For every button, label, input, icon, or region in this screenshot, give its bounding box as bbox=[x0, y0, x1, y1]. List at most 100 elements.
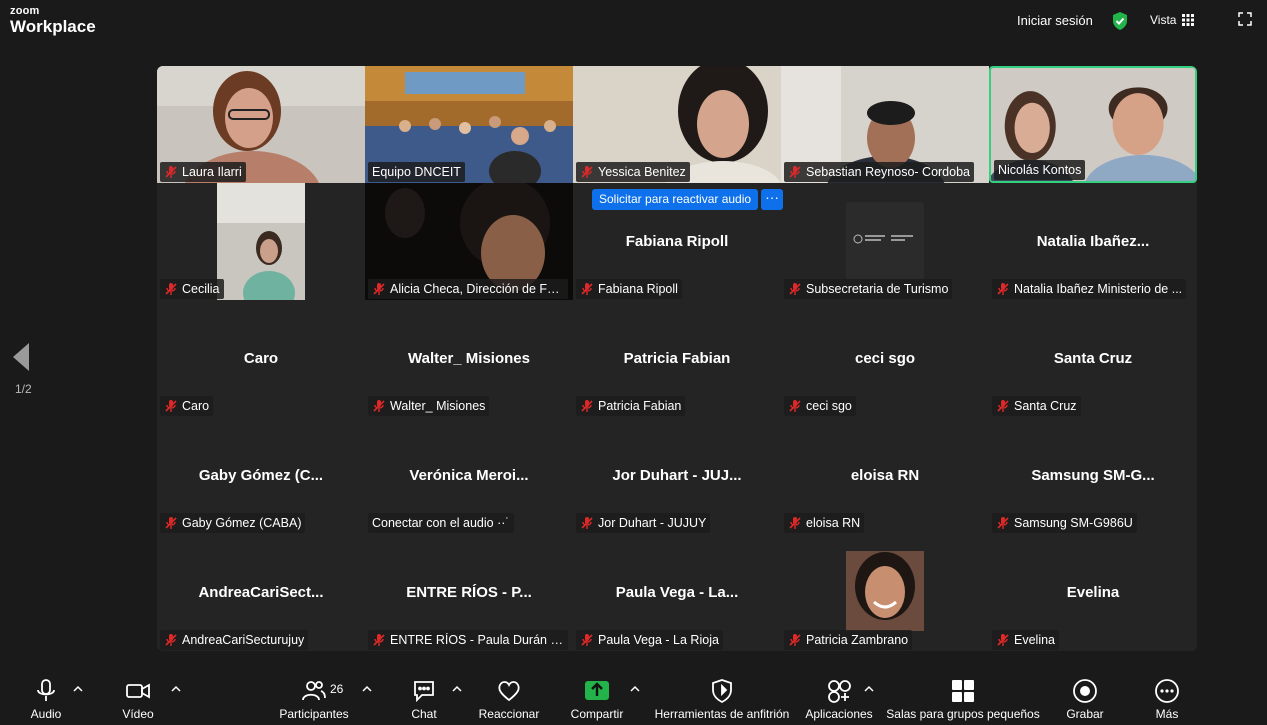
participant-name-label: Sebastian Reynoso- Cordoba bbox=[784, 162, 974, 182]
logo-bottom-text: Workplace bbox=[10, 17, 96, 36]
participant-tile[interactable]: Cecilia bbox=[157, 183, 365, 300]
muted-microphone-icon bbox=[997, 517, 1009, 529]
participant-tile[interactable]: Samsung SM-G... Samsung SM-G986U bbox=[989, 417, 1197, 534]
audio-button[interactable]: Audio bbox=[22, 669, 70, 725]
muted-microphone-icon bbox=[165, 517, 177, 529]
participant-tile[interactable]: Sebastian Reynoso- Cordoba bbox=[781, 66, 989, 183]
host-tools-button[interactable]: Herramientas de anfitrión bbox=[652, 669, 792, 725]
participant-tile[interactable]: Jor Duhart - JUJ... Jor Duhart - JUJUY bbox=[573, 417, 781, 534]
participant-name-label: Samsung SM-G986U bbox=[992, 513, 1137, 533]
participants-count: 26 bbox=[330, 682, 344, 696]
record-button[interactable]: Grabar bbox=[1060, 669, 1110, 725]
participant-tile[interactable]: Verónica Meroi... Conectar con el audio … bbox=[365, 417, 573, 534]
request-unmute-button[interactable]: Solicitar para reactivar audio bbox=[592, 189, 759, 210]
participant-tile[interactable]: ENTRE RÍOS - P... ENTRE RÍOS - Paula Dur… bbox=[365, 534, 573, 651]
participant-display-name: AndreaCariSect... bbox=[198, 584, 324, 601]
chat-button[interactable]: Chat bbox=[402, 669, 446, 725]
participant-name-label: Equipo DNCEIT bbox=[368, 162, 465, 182]
participant-name-label: Yessica Benitez bbox=[576, 162, 690, 182]
zoom-workplace-logo: zoom Workplace bbox=[10, 5, 96, 36]
participant-display-name: Gaby Gómez (C... bbox=[198, 467, 324, 484]
share-screen-button[interactable]: Compartir bbox=[566, 669, 628, 725]
participant-name-label: Natalia Ibañez Ministerio de ... bbox=[992, 279, 1187, 299]
apps-icon bbox=[828, 680, 851, 703]
muted-microphone-icon bbox=[581, 517, 593, 529]
participant-tile[interactable]: Laura Ilarri bbox=[157, 66, 365, 183]
muted-microphone-icon bbox=[373, 283, 385, 295]
participant-tile[interactable]: Caro Caro bbox=[157, 300, 365, 417]
muted-microphone-icon bbox=[581, 634, 593, 646]
participant-name-label: Evelina bbox=[992, 630, 1059, 650]
participant-tile[interactable]: Santa Cruz Santa Cruz bbox=[989, 300, 1197, 417]
audio-options-caret-icon[interactable] bbox=[73, 685, 83, 693]
chat-options-caret-icon[interactable] bbox=[452, 685, 462, 693]
participant-tile[interactable]: ceci sgo ceci sgo bbox=[781, 300, 989, 417]
view-menu-label[interactable]: Vista bbox=[1150, 13, 1176, 27]
video-options-caret-icon[interactable] bbox=[171, 685, 181, 693]
participant-name-label: eloisa RN bbox=[784, 513, 865, 533]
more-button[interactable]: Más bbox=[1144, 669, 1190, 725]
participant-name-label: Jor Duhart - JUJUY bbox=[576, 513, 711, 533]
muted-microphone-icon bbox=[789, 634, 801, 646]
participant-tile[interactable]: AndreaCariSect... AndreaCariSecturujuy bbox=[157, 534, 365, 651]
security-shield-icon[interactable] bbox=[1111, 11, 1129, 31]
apps-options-caret-icon[interactable] bbox=[864, 685, 874, 693]
participant-tile[interactable]: Evelina Evelina bbox=[989, 534, 1197, 651]
chat-bubble-icon bbox=[414, 681, 434, 703]
participant-display-name: Evelina bbox=[1066, 584, 1120, 601]
participant-tile[interactable]: Equipo DNCEIT bbox=[365, 66, 573, 183]
fullscreen-icon[interactable] bbox=[1238, 12, 1252, 26]
muted-microphone-icon bbox=[581, 283, 593, 295]
reactivate-audio-request: Solicitar para reactivar audio ··· bbox=[592, 189, 784, 210]
heart-icon bbox=[498, 681, 520, 702]
participant-tile[interactable]: Paula Vega - La... Paula Vega - La Rioja bbox=[573, 534, 781, 651]
participants-options-caret-icon[interactable] bbox=[362, 685, 372, 693]
participant-name-label: Patricia Fabian bbox=[576, 396, 686, 416]
muted-microphone-icon bbox=[997, 400, 1009, 412]
participant-display-name: Walter_ Misiones bbox=[408, 350, 530, 367]
video-camera-icon bbox=[126, 683, 150, 699]
participant-tile[interactable]: Alicia Checa, Dirección de For... bbox=[365, 183, 573, 300]
participant-name-label: Alicia Checa, Dirección de For... bbox=[368, 279, 568, 299]
react-button[interactable]: Reaccionar bbox=[476, 669, 542, 725]
participant-tile[interactable]: Gaby Gómez (C... Gaby Gómez (CABA) bbox=[157, 417, 365, 534]
breakout-rooms-button[interactable]: Salas para grupos pequeños bbox=[886, 669, 1040, 725]
video-button[interactable]: Vídeo bbox=[114, 669, 162, 725]
apps-button[interactable]: Aplicaciones bbox=[802, 669, 876, 725]
muted-microphone-icon bbox=[789, 166, 801, 178]
participant-name-label: Walter_ Misiones bbox=[368, 396, 490, 416]
previous-page-arrow-icon[interactable] bbox=[12, 342, 30, 372]
participant-display-name: Jor Duhart - JUJ... bbox=[612, 467, 742, 484]
participant-tile[interactable]: eloisa RN eloisa RN bbox=[781, 417, 989, 534]
participant-tile[interactable]: Subsecretaria de Turismo bbox=[781, 183, 989, 300]
participants-button[interactable]: Participantes bbox=[278, 669, 350, 725]
participant-name-label: Subsecretaria de Turismo bbox=[784, 279, 953, 299]
grid-view-icon[interactable] bbox=[1182, 14, 1194, 26]
more-options-button[interactable]: ··· bbox=[761, 189, 784, 210]
muted-microphone-icon bbox=[373, 400, 385, 412]
participant-display-name: ceci sgo bbox=[854, 350, 916, 367]
video-gallery: Laura Ilarri Equipo DNCEIT Yessica Benit… bbox=[157, 66, 1197, 651]
participant-name-label: Paula Vega - La Rioja bbox=[576, 630, 723, 650]
participant-display-name: ENTRE RÍOS - P... bbox=[406, 584, 532, 601]
participant-tile[interactable]: Patricia Fabian Patricia Fabian bbox=[573, 300, 781, 417]
participant-name-label: Gaby Gómez (CABA) bbox=[160, 513, 306, 533]
participant-name-label: ENTRE RÍOS - Paula Durán - ... bbox=[368, 630, 568, 650]
participant-tile[interactable]: Patricia Zambrano bbox=[781, 534, 989, 651]
participant-display-name: Santa Cruz bbox=[1053, 350, 1133, 367]
participant-tile[interactable]: Walter_ Misiones Walter_ Misiones bbox=[365, 300, 573, 417]
sign-in-link[interactable]: Iniciar sesión bbox=[1017, 13, 1093, 28]
participant-display-name: Natalia Ibañez... bbox=[1036, 233, 1150, 250]
muted-microphone-icon bbox=[997, 283, 1009, 295]
share-options-caret-icon[interactable] bbox=[630, 685, 640, 693]
participant-tile-active-speaker[interactable]: Nicolás Kontos bbox=[989, 66, 1197, 183]
participant-tile[interactable]: Yessica Benitez bbox=[573, 66, 781, 183]
muted-microphone-icon bbox=[581, 166, 593, 178]
page-indicator: 1/2 bbox=[15, 382, 32, 396]
breakout-rooms-icon bbox=[952, 680, 974, 702]
muted-microphone-icon bbox=[789, 400, 801, 412]
participant-tile[interactable]: Natalia Ibañez... Natalia Ibañez Ministe… bbox=[989, 183, 1197, 300]
participant-display-name: Fabiana Ripoll bbox=[625, 233, 729, 250]
logo-top-text: zoom bbox=[10, 5, 40, 17]
muted-microphone-icon bbox=[165, 400, 177, 412]
